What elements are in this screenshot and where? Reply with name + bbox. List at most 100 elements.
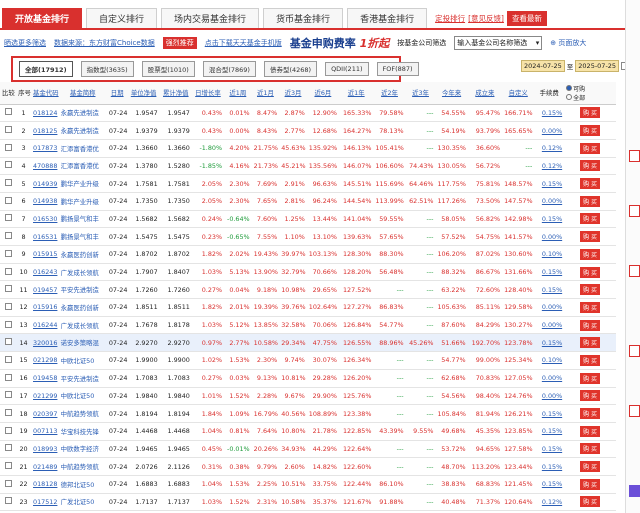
fund-name[interactable]: 汇添富香港优 xyxy=(58,139,107,158)
tab-open-fund-rank[interactable]: 开放基金排行 xyxy=(2,8,83,28)
buy-button[interactable]: 购 买 xyxy=(580,461,601,473)
buy-button[interactable]: 购 买 xyxy=(580,107,601,119)
filter-index[interactable]: 指数型(3635) xyxy=(80,61,134,77)
filter-all[interactable]: 全部(17912) xyxy=(19,61,73,77)
fee-rate-link[interactable]: 0.15% xyxy=(542,286,562,294)
compare-checkbox[interactable] xyxy=(4,409,12,417)
compare-checkbox[interactable] xyxy=(4,338,12,346)
fund-name[interactable]: 汇添富香港优 xyxy=(58,157,107,176)
col-custom[interactable]: 自定义 xyxy=(502,82,535,105)
buy-button[interactable]: 购 买 xyxy=(580,142,601,154)
fee-rate-link[interactable]: 0.10% xyxy=(542,250,562,258)
table-row[interactable]: 14 320016 诺安多策略混 07-24 2.9270 2.9270 0.97% 2.77… xyxy=(0,333,616,353)
buy-button[interactable]: 购 买 xyxy=(580,266,601,278)
fee-rate-link[interactable]: 0.00% xyxy=(542,392,562,400)
compare-checkbox[interactable] xyxy=(4,391,12,399)
fund-name[interactable]: 平安先进制造 xyxy=(58,369,107,388)
buy-button[interactable]: 购 买 xyxy=(580,425,601,437)
tab-money-fund-rank[interactable]: 货币基金排行 xyxy=(263,8,344,28)
table-row[interactable]: 8 016531 鹏扬景气和丰 07-24 1.5475 1.5475 0.23% -0.65… xyxy=(0,227,616,246)
sidebar-ad[interactable] xyxy=(629,345,640,357)
fund-name[interactable]: 广发北证50 xyxy=(58,493,107,512)
table-row[interactable]: 5 014939 鹏华产业升级 07-24 1.7581 1.7581 2.05% 2.30%… xyxy=(0,174,616,193)
table-row[interactable]: 22 018128 德邦北证50 07-24 1.6883 1.6883 1.04% 1.53… xyxy=(0,475,616,494)
fund-name[interactable]: 中航趋势领航 xyxy=(58,404,107,423)
buy-button[interactable]: 购 买 xyxy=(580,248,601,260)
fund-code[interactable]: 018124 xyxy=(31,104,59,123)
col-3y[interactable]: 近3年 xyxy=(405,82,436,105)
buy-button[interactable]: 购 买 xyxy=(580,496,601,508)
filter-bond[interactable]: 债券型(4268) xyxy=(263,61,318,77)
compare-checkbox[interactable] xyxy=(4,479,12,487)
compare-checkbox[interactable] xyxy=(4,179,12,187)
fund-code[interactable]: 014939 xyxy=(31,174,59,193)
fund-name[interactable]: 中欧数字经济 xyxy=(58,440,107,459)
fee-rate-link[interactable]: 0.00% xyxy=(542,303,562,311)
fund-code[interactable]: 017873 xyxy=(31,139,59,158)
col-1w[interactable]: 近1周 xyxy=(224,82,252,105)
compare-checkbox[interactable] xyxy=(4,232,12,240)
fund-code[interactable]: 014938 xyxy=(31,192,59,211)
buy-button[interactable]: 购 买 xyxy=(580,125,601,137)
sidebar-ad[interactable] xyxy=(629,150,640,162)
fee-rate-link[interactable]: 0.15% xyxy=(542,109,562,117)
compare-checkbox[interactable] xyxy=(4,355,12,363)
tab-exchange-fund-rank[interactable]: 场内交易基金排行 xyxy=(161,8,260,28)
col-1m[interactable]: 近1月 xyxy=(251,82,280,105)
fund-name[interactable]: 鹏华产业升级 xyxy=(58,174,107,193)
buy-button[interactable]: 购 买 xyxy=(580,390,601,402)
compare-checkbox[interactable] xyxy=(4,444,12,452)
fund-code[interactable]: 015916 xyxy=(31,298,59,317)
table-row[interactable]: 23 017512 广发北证50 07-24 1.7137 1.7137 1.03% 1.52… xyxy=(0,493,616,512)
table-row[interactable]: 9 015915 永赢医药创新 07-24 1.8702 1.8702 1.82% 2.02%… xyxy=(0,245,616,264)
compare-checkbox[interactable] xyxy=(4,462,12,470)
fund-name[interactable]: 中航趋势领航 xyxy=(58,457,107,476)
table-row[interactable]: 3 017873 汇添富香港优 07-24 1.3660 1.3660 -1.80% 4.20… xyxy=(0,139,616,158)
fee-rate-link[interactable]: 0.00% xyxy=(542,321,562,329)
col-6m[interactable]: 近6月 xyxy=(306,82,339,105)
fund-name[interactable]: 鹏华产业升级 xyxy=(58,192,107,211)
more-filter-link[interactable]: 晒选更多筛选 xyxy=(4,38,46,48)
fund-code[interactable]: 019458 xyxy=(31,369,59,388)
table-row[interactable]: 18 020397 中航趋势领航 07-24 1.8194 1.8194 1.84% 1.09… xyxy=(0,404,616,423)
col-1y[interactable]: 近1年 xyxy=(338,82,374,105)
compare-checkbox[interactable] xyxy=(4,373,12,381)
buy-button[interactable]: 购 买 xyxy=(580,337,601,349)
sidebar-ad[interactable] xyxy=(629,485,640,497)
sidebar-ad[interactable] xyxy=(629,265,640,277)
buy-button[interactable]: 购 买 xyxy=(580,443,601,455)
fund-name[interactable]: 中欧北证50 xyxy=(58,387,107,406)
buy-button[interactable]: 购 买 xyxy=(580,213,601,225)
buy-button[interactable]: 购 买 xyxy=(580,319,601,331)
radio-buyable[interactable] xyxy=(566,84,573,91)
fund-code[interactable]: 470888 xyxy=(31,157,59,176)
fee-rate-link[interactable]: 0.15% xyxy=(542,480,562,488)
fund-code[interactable]: 016244 xyxy=(31,316,59,335)
page-zoom-button[interactable]: ⊕ 页面放大 xyxy=(550,38,586,48)
fee-rate-link[interactable]: 0.15% xyxy=(542,445,562,453)
fee-rate-link[interactable]: 0.00% xyxy=(542,233,562,241)
compare-checkbox[interactable] xyxy=(4,214,12,222)
fund-code[interactable]: 320016 xyxy=(31,333,59,353)
table-row[interactable]: 16 019458 平安先进制造 07-24 1.7083 1.7083 0.27% 0.03… xyxy=(0,369,616,388)
compare-checkbox[interactable] xyxy=(4,267,12,275)
fee-rate-link[interactable]: 0.12% xyxy=(542,498,562,506)
fund-code[interactable]: 021298 xyxy=(31,351,59,370)
radio-all[interactable] xyxy=(566,93,573,100)
fee-rate-link[interactable]: 0.12% xyxy=(542,162,562,170)
data-source-link[interactable]: 数据来源：东方财富Choice数据 xyxy=(54,38,155,48)
fund-code[interactable]: 021299 xyxy=(31,387,59,406)
fund-name[interactable]: 德邦北证50 xyxy=(58,475,107,494)
fund-name[interactable]: 中欧北证50 xyxy=(58,351,107,370)
fund-code[interactable]: 016530 xyxy=(31,210,59,229)
col-since[interactable]: 成立来 xyxy=(467,82,503,105)
compare-checkbox[interactable] xyxy=(4,302,12,310)
col-acc-nav[interactable]: 累计净值 xyxy=(159,82,192,105)
table-row[interactable]: 2 018125 永赢先进制造 07-24 1.9379 1.9379 0.43% 0.00%… xyxy=(0,121,616,140)
fund-name[interactable]: 平安先进制造 xyxy=(58,280,107,300)
table-row[interactable]: 13 016244 广发成长领航 07-24 1.7678 1.8178 1.03% 5.12… xyxy=(0,316,616,335)
buy-button[interactable]: 购 买 xyxy=(580,408,601,420)
fee-rate-link[interactable]: 0.00% xyxy=(542,197,562,205)
table-row[interactable]: 11 019457 平安先进制造 07-24 1.7260 1.7260 0.27% 0.04… xyxy=(0,280,616,300)
table-row[interactable]: 21 021489 中航趋势领航 07-24 2.0726 2.1126 0.31% 0.38… xyxy=(0,457,616,476)
